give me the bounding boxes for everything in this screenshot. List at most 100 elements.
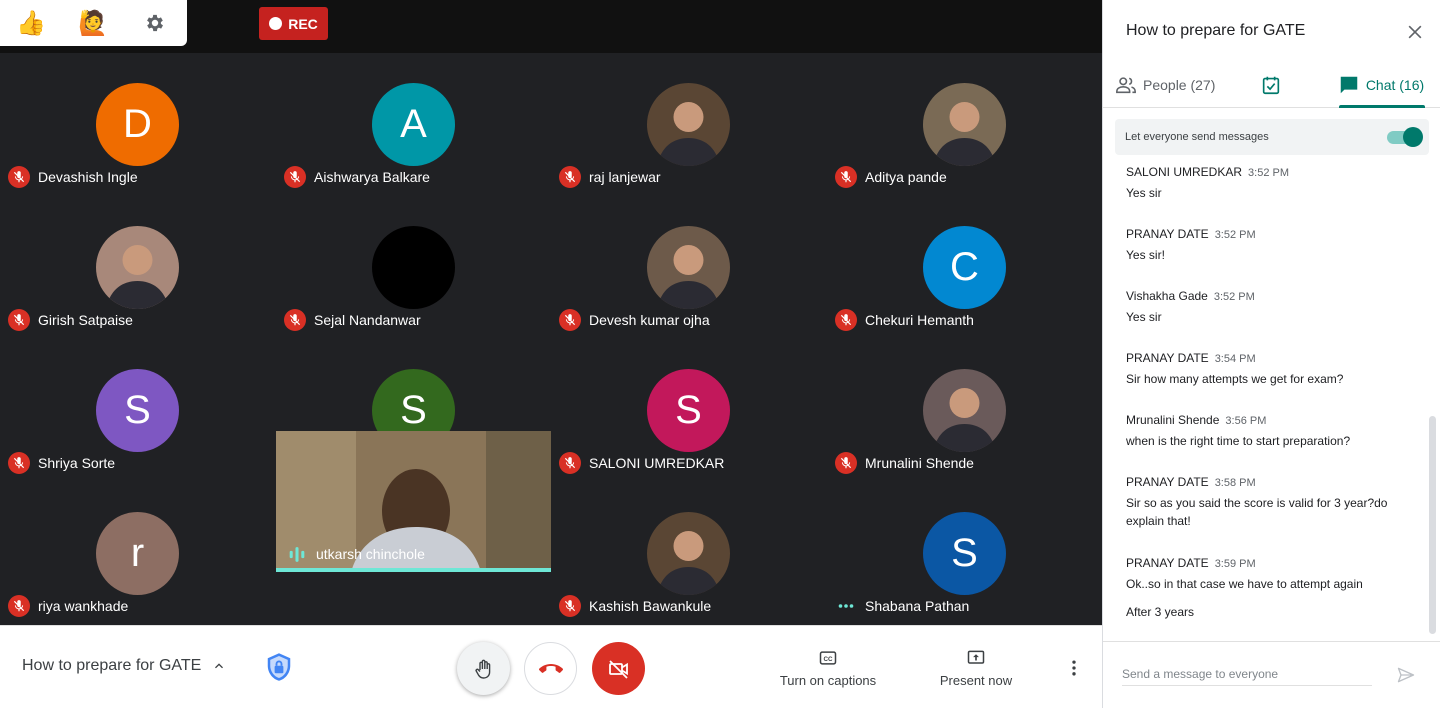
send-arrow-svg [1397, 667, 1415, 683]
thumbs-up-glyph: 👍 [16, 9, 46, 37]
chat-sender: PRANAY DATE [1126, 475, 1209, 489]
captions-button[interactable]: CC Turn on captions [777, 648, 879, 688]
video-tile-utkarsh-chinchole[interactable]: utkarsh chinchole [276, 431, 551, 572]
panel-tabs: People (27) Chat (16) [1103, 62, 1440, 108]
participant-tile[interactable]: r riya wankhade [0, 482, 275, 625]
participant-name: Girish Satpaise [38, 312, 133, 328]
raise-hand-button[interactable] [457, 642, 510, 695]
participant-tile[interactable]: Kashish Bawankule [551, 482, 826, 625]
participant-name: utkarsh chinchole [316, 546, 425, 562]
participant-tile[interactable]: Mrunalini Shende [827, 339, 1102, 482]
chat-sender: PRANAY DATE [1126, 227, 1209, 241]
participant-tile[interactable]: S SALONI UMREDKAR [551, 339, 826, 482]
more-options-icon[interactable] [1064, 656, 1084, 680]
chat-timestamp: 3:52 PM [1248, 167, 1289, 179]
shield-lock-svg [267, 653, 291, 681]
side-panel: How to prepare for GATE People (27) Chat… [1102, 0, 1440, 708]
composer-divider [1103, 641, 1440, 642]
chat-text: Sir so as you said the score is valid fo… [1126, 496, 1388, 528]
participant-tile[interactable]: A Aishwarya Balkare [276, 53, 551, 196]
tab-chat[interactable]: Chat (16) [1337, 62, 1425, 108]
raise-hand-person-icon[interactable]: 🙋 [62, 0, 124, 46]
mic-off-icon [835, 452, 857, 474]
participant-tile[interactable]: raj lanjewar [551, 53, 826, 196]
mic-off-icon [8, 595, 30, 617]
participant-tile[interactable]: D Devashish Ingle [0, 53, 275, 196]
chat-message-header: PRANAY DATE 3:54 PM [1126, 351, 1416, 365]
chat-message-header: SALONI UMREDKAR 3:52 PM [1126, 165, 1416, 179]
leave-call-button[interactable] [524, 642, 577, 695]
mic-off-icon [559, 309, 581, 331]
participant-tile[interactable]: S Shabana Pathan [827, 482, 1102, 625]
chat-message: PRANAY DATE 3:54 PM Sir how many attempts … [1126, 351, 1416, 388]
participant-grid: D Devashish Ingle A Aishwarya Balkare raj la… [0, 53, 1102, 625]
send-icon[interactable] [1395, 664, 1417, 686]
chat-tab-label: Chat (16) [1365, 77, 1425, 93]
chat-timestamp: 3:59 PM [1214, 558, 1256, 570]
mic-off-icon [284, 166, 306, 188]
participant-initial-avatar: r [96, 512, 179, 595]
participant-tile[interactable]: C Chekuri Hemanth [827, 196, 1102, 339]
participant-photo-avatar [647, 226, 730, 309]
reactions-bar: 👍 🙋 [0, 0, 187, 46]
participant-tile[interactable]: Devesh kumar ojha [551, 196, 826, 339]
chat-message: Mrunalini Shende 3:56 PM when is the right… [1126, 413, 1416, 450]
chat-sender: Vishakha Gade [1126, 289, 1208, 303]
chat-message-header: PRANAY DATE 3:59 PM [1126, 556, 1416, 570]
participant-name-row: Shriya Sorte [8, 452, 115, 474]
bottom-bar: How to prepare for GATE CC Turn on capti [0, 625, 1102, 708]
participant-initial-avatar: D [96, 83, 179, 166]
present-screen-icon [967, 650, 985, 664]
hand-icon [474, 659, 490, 679]
meeting-details-toggle[interactable]: How to prepare for GATE [22, 657, 227, 675]
thumbs-up-icon[interactable]: 👍 [0, 0, 62, 46]
chat-text: Yes sir [1126, 186, 1162, 200]
participant-tile[interactable]: Aditya pande [827, 53, 1102, 196]
mic-off-icon [8, 166, 30, 188]
chat-sender: SALONI UMREDKAR [1126, 165, 1243, 179]
participant-name: Shriya Sorte [38, 455, 116, 471]
chat-message-input[interactable] [1122, 662, 1372, 686]
camera-off-button[interactable] [592, 642, 645, 695]
panel-title: How to prepare for GATE [1126, 22, 1306, 39]
shield-lock-icon[interactable] [262, 650, 296, 684]
participant-name-row: Shabana Pathan [835, 595, 969, 617]
chat-sender: PRANAY DATE [1126, 351, 1209, 365]
mic-off-icon [835, 309, 857, 331]
participant-tile[interactable]: S Shriya Sorte [0, 339, 275, 482]
chat-text-continued: After 3 years [1126, 605, 1195, 619]
chat-message: SALONI UMREDKAR 3:52 PM Yes sir [1126, 165, 1416, 202]
participant-tile[interactable]: Sejal Nandanwar [276, 196, 551, 339]
close-icon[interactable] [1403, 20, 1427, 44]
participant-name: Mrunalini Shende [865, 455, 974, 471]
tab-people[interactable]: People (27) [1115, 62, 1215, 108]
participant-initial-avatar: S [96, 369, 179, 452]
recording-badge: REC [259, 7, 328, 40]
participant-name-row: Girish Satpaise [8, 309, 133, 331]
mic-off-icon [8, 309, 30, 331]
chat-bubble-icon [1340, 76, 1358, 94]
present-now-button[interactable]: Present now [938, 648, 1014, 688]
participant-initial-avatar [372, 226, 455, 309]
participant-name: Shabana Pathan [865, 598, 970, 614]
participant-name: Devashish Ingle [38, 169, 138, 185]
participant-photo-avatar [923, 83, 1006, 166]
chat-scrollbar[interactable] [1429, 416, 1436, 634]
chat-message-header: Vishakha Gade 3:52 PM [1126, 289, 1416, 303]
audio-dots-icon [835, 595, 857, 617]
participant-tile[interactable]: Girish Satpaise [0, 196, 275, 339]
chat-message: PRANAY DATE 3:59 PM Ok..so in that case we… [1126, 556, 1416, 621]
chat-text: Yes sir [1126, 310, 1162, 324]
send-messages-toggle[interactable] [1387, 127, 1423, 147]
mic-off-icon [284, 309, 306, 331]
chat-timestamp: 3:56 PM [1225, 415, 1267, 427]
send-messages-setting: Let everyone send messages [1115, 119, 1429, 155]
tab-activities[interactable] [1260, 62, 1282, 108]
participant-name-row: Mrunalini Shende [835, 452, 974, 474]
gear-icon[interactable] [124, 0, 186, 46]
record-label: REC [288, 15, 318, 32]
participant-initial-avatar: S [647, 369, 730, 452]
participant-name: riya wankhade [38, 598, 129, 614]
people-tab-label: People (27) [1143, 77, 1216, 93]
chat-message-header: PRANAY DATE 3:52 PM [1126, 227, 1416, 241]
